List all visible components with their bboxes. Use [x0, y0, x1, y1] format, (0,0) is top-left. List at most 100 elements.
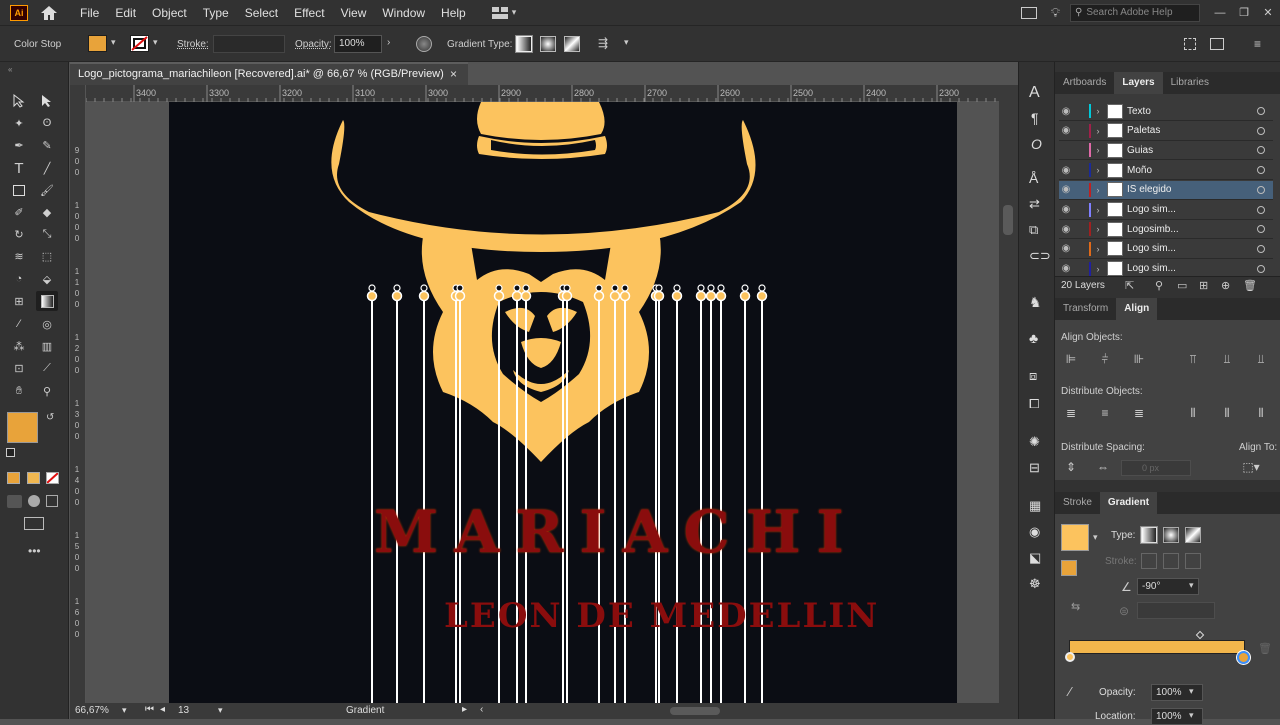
align-hcenter-icon[interactable]: ⫩	[1097, 352, 1113, 366]
expand-chevron-icon[interactable]: ›	[1091, 165, 1105, 175]
zoom-dropdown-icon[interactable]: ▾	[122, 705, 127, 716]
zoom-tool-icon[interactable]: ⚲	[36, 381, 58, 401]
target-circle-icon[interactable]	[1257, 264, 1265, 273]
draw-inside-icon[interactable]	[46, 495, 58, 507]
expand-chevron-icon[interactable]: ›	[1091, 205, 1105, 215]
dist-top-icon[interactable]: ≣	[1063, 406, 1079, 420]
shape-builder-icon[interactable]: ◔	[8, 269, 30, 289]
type-radial-icon[interactable]	[1163, 527, 1179, 543]
status-menu-icon[interactable]: ▸	[462, 704, 467, 715]
visibility-eye-icon[interactable]: ◉	[1059, 184, 1073, 195]
opacity-arrow-icon[interactable]: ›	[387, 37, 390, 48]
expand-chevron-icon[interactable]: ›	[1091, 126, 1105, 136]
tab-gradient[interactable]: Gradient	[1099, 492, 1158, 514]
type-linear-icon[interactable]	[1140, 526, 1158, 544]
expand-chevron-icon[interactable]: ›	[1091, 224, 1105, 234]
align-top-icon[interactable]: ⫪	[1185, 352, 1201, 366]
align-icon[interactable]: ⊟	[1029, 460, 1040, 476]
radial-gradient-icon[interactable]	[540, 36, 556, 52]
scroll-thumb[interactable]	[1003, 205, 1013, 235]
new-sublayer-icon[interactable]: ⊞	[1199, 279, 1208, 292]
dist-vspace-icon[interactable]: ⇕	[1063, 460, 1079, 474]
fill-mini-swatch[interactable]	[1061, 560, 1077, 576]
blend-tool-icon[interactable]: ◎	[36, 314, 58, 334]
home-icon[interactable]	[36, 3, 62, 23]
stop-location-dropdown[interactable]: ▾	[1189, 710, 1194, 721]
search-field[interactable]: ⚲ Search Adobe Help	[1070, 3, 1200, 22]
freeform-gradient-icon[interactable]	[564, 36, 580, 52]
color-mode-icon[interactable]	[7, 472, 20, 484]
type-freeform-icon[interactable]	[1185, 527, 1201, 543]
stroke-along-icon[interactable]	[1163, 553, 1179, 569]
layer-name[interactable]: Guias	[1127, 145, 1257, 156]
target-circle-icon[interactable]	[1257, 107, 1265, 115]
target-circle-icon[interactable]	[1257, 166, 1265, 175]
screen-mode-icon[interactable]	[24, 517, 44, 530]
expand-chevron-icon[interactable]: ›	[1091, 106, 1105, 116]
layer-row[interactable]: ◉ › Paletas	[1059, 122, 1273, 141]
new-layer-icon[interactable]: ⊕	[1221, 279, 1230, 292]
hand-tool-icon[interactable]: ✋︎	[8, 381, 30, 401]
delete-stop-icon[interactable]: 🗑︎	[1258, 642, 1272, 655]
slice-tool-icon[interactable]: ⟋	[36, 358, 58, 378]
target-circle-icon[interactable]	[1257, 185, 1265, 194]
properties-icon[interactable]: ⇄	[1029, 196, 1040, 212]
align-bottom-icon[interactable]: ⫫	[1253, 352, 1269, 366]
menu-window[interactable]: Window	[374, 6, 433, 20]
expand-chevron-icon[interactable]: ›	[1091, 145, 1105, 155]
gradient-midpoint-handle[interactable]	[1195, 630, 1205, 640]
expand-chevron-icon[interactable]: ›	[1091, 244, 1105, 254]
canvas-area[interactable]: MARIACHI LEON DE MEDELLIN	[86, 102, 999, 703]
layer-row[interactable]: ◉ › Logosimb...	[1059, 220, 1273, 240]
layer-row[interactable]: ◉ › Texto	[1059, 102, 1273, 121]
curvature-tool-icon[interactable]: ✎	[36, 135, 58, 155]
align-vcenter-icon[interactable]: ⫫	[1219, 352, 1235, 366]
menu-edit[interactable]: Edit	[107, 6, 144, 20]
brushes-icon[interactable]: ♞	[1029, 294, 1042, 311]
gradient-stop-right[interactable]	[1236, 650, 1251, 665]
fill-swatch[interactable]	[88, 35, 107, 52]
menu-help[interactable]: Help	[433, 6, 474, 20]
free-transform-icon[interactable]: ⬚	[36, 246, 58, 266]
menu-view[interactable]: View	[333, 6, 375, 20]
gradient-tool-icon[interactable]	[36, 291, 58, 311]
dist-right-icon[interactable]: ⦀	[1253, 406, 1269, 420]
gradient-stop-left[interactable]	[1065, 652, 1075, 662]
swatches-icon[interactable]: ▦	[1029, 498, 1041, 514]
edit-toolbar-icon[interactable]: •••	[28, 544, 41, 558]
minimize-button[interactable]: —	[1208, 7, 1232, 19]
tab-align[interactable]: Align	[1116, 298, 1158, 320]
symbols-icon[interactable]: ♣	[1029, 330, 1038, 346]
export-icon[interactable]: ⇱	[1125, 279, 1134, 292]
stroke-across-icon[interactable]	[1185, 553, 1201, 569]
gradient-reverse-icon[interactable]: ⇆	[1071, 600, 1080, 613]
layer-name[interactable]: Logosimb...	[1127, 224, 1257, 235]
rectangle-tool-icon[interactable]	[8, 180, 30, 200]
layer-name[interactable]: Logo sim...	[1127, 263, 1257, 274]
default-colors-icon[interactable]	[6, 448, 15, 457]
stop-opacity-dropdown[interactable]: ▾	[1189, 686, 1194, 697]
glyphs-icon[interactable]: Å	[1029, 170, 1038, 186]
column-graph-icon[interactable]: ▥	[36, 336, 58, 356]
delete-layer-icon[interactable]: 🗑︎	[1243, 279, 1257, 292]
close-window-button[interactable]: ✕	[1256, 6, 1280, 19]
menu-effect[interactable]: Effect	[286, 6, 332, 20]
maximize-button[interactable]: ❐	[1232, 6, 1256, 19]
visibility-eye-icon[interactable]: ◉	[1059, 106, 1073, 117]
target-circle-icon[interactable]	[1257, 146, 1265, 155]
target-circle-icon[interactable]	[1257, 225, 1265, 234]
align-right-icon[interactable]: ⊪	[1131, 352, 1147, 366]
panel-menu-icon[interactable]: ≡	[1254, 37, 1261, 51]
stop-opacity-field[interactable]: 100%	[1151, 684, 1203, 701]
graphic-styles-icon[interactable]: ⬕	[1029, 550, 1041, 566]
shaper-tool-icon[interactable]: ✐	[8, 202, 30, 222]
pen-tool-icon[interactable]: ✒	[8, 135, 30, 155]
scale-tool-icon[interactable]: ⤡	[36, 224, 58, 244]
vertical-ruler[interactable]: 9001000110012001300140015001600	[70, 85, 86, 703]
stroke-weight-field[interactable]	[213, 35, 285, 53]
visibility-eye-icon[interactable]: ◉	[1059, 125, 1073, 136]
tab-layers[interactable]: Layers	[1114, 72, 1163, 94]
dist-left-icon[interactable]: ⦀	[1185, 406, 1201, 420]
layer-name[interactable]: Logo sim...	[1127, 204, 1257, 215]
first-artboard-icon[interactable]: ⏮	[145, 704, 154, 715]
